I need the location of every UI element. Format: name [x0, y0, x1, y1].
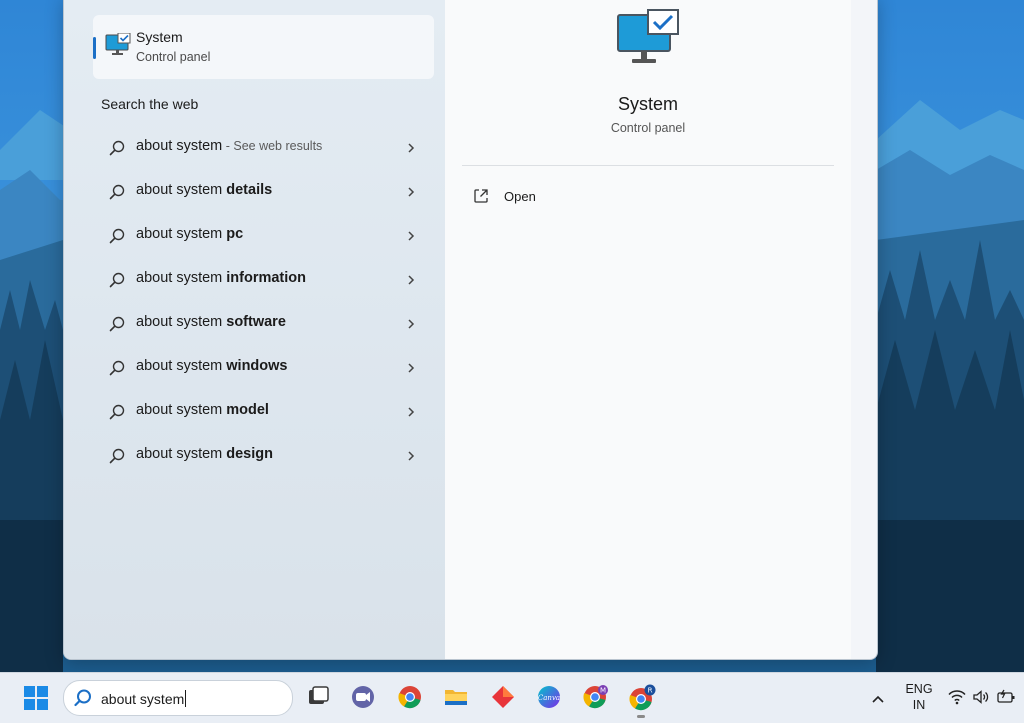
show-hidden-icons-chevron-icon[interactable] [871, 691, 885, 709]
chrome-icon[interactable] [397, 684, 423, 710]
result-hint: - See web results [222, 139, 323, 153]
result-query: about system [136, 226, 227, 242]
result-query: about system [136, 402, 227, 418]
chevron-right-icon [406, 317, 416, 335]
svg-text:M: M [600, 687, 606, 695]
language-code: ENG [905, 682, 933, 696]
preview-title: System [617, 94, 678, 114]
result-suggestion: windows [226, 358, 288, 374]
web-result-item[interactable]: about system pc [93, 213, 434, 257]
battery-charging-icon[interactable] [996, 689, 1016, 710]
taskbar-search-input[interactable]: about system [63, 680, 293, 716]
chevron-right-icon [406, 361, 416, 379]
web-result-item[interactable]: about system - See web results [93, 125, 434, 169]
search-icon [109, 228, 125, 249]
web-results-list: about system - See web results about syst… [93, 125, 434, 477]
web-result-text: about system design [136, 446, 273, 462]
search-icon [74, 689, 92, 712]
web-result-text: about system software [136, 314, 286, 330]
best-match-subtitle: Control panel [136, 50, 211, 64]
chrome-profile-r-icon[interactable]: R [628, 684, 656, 718]
chrome-profile-m-icon[interactable]: M [582, 684, 608, 710]
language-indicator[interactable]: ENG IN [899, 681, 939, 713]
svg-text:Canva: Canva [538, 694, 560, 702]
result-suggestion: software [226, 314, 286, 330]
web-result-item[interactable]: about system windows [93, 345, 434, 389]
web-result-text: about system - See web results [136, 138, 322, 154]
web-result-item[interactable]: about system software [93, 301, 434, 345]
result-query: about system [136, 446, 227, 462]
chevron-right-icon [406, 405, 416, 423]
result-query: about system [136, 314, 227, 330]
search-the-web-heading: Search the web [101, 96, 199, 112]
preview-subtitle: Control panel [610, 121, 686, 135]
open-label: Open [504, 189, 536, 204]
volume-icon[interactable] [972, 689, 990, 710]
open-external-icon [473, 188, 489, 209]
web-result-text: about system details [136, 182, 272, 198]
search-icon [109, 316, 125, 337]
result-query: about system [136, 270, 227, 286]
teams-icon[interactable] [350, 684, 376, 710]
text-caret [185, 690, 187, 707]
chevron-right-icon [406, 449, 416, 467]
web-result-text: about system information [136, 270, 306, 286]
search-value: about system [101, 691, 185, 707]
windows-start-icon[interactable] [24, 686, 48, 715]
file-explorer-icon[interactable] [443, 684, 469, 710]
app-icon[interactable] [490, 684, 516, 710]
monitor-check-icon [105, 32, 131, 62]
web-result-text: about system pc [136, 226, 243, 242]
result-query: about system [136, 358, 227, 374]
selection-indicator [93, 37, 96, 59]
search-panel: System Control panel Search the web abou… [63, 0, 878, 660]
web-result-item[interactable]: about system information [93, 257, 434, 301]
chevron-right-icon [406, 185, 416, 203]
result-suggestion: model [226, 402, 269, 418]
language-region: IN [912, 698, 926, 712]
results-pane: System Control panel Search the web abou… [64, 0, 445, 659]
taskbar: about system Canva M R ENG IN [0, 672, 1024, 723]
preview-pane: System Control panel Open [445, 0, 851, 659]
best-match-title: System [136, 29, 183, 45]
open-button[interactable]: Open [471, 186, 671, 208]
search-icon [109, 448, 125, 469]
wifi-icon[interactable] [948, 689, 966, 710]
canva-icon[interactable]: Canva [536, 684, 562, 710]
chevron-right-icon [406, 141, 416, 159]
search-icon [109, 404, 125, 425]
chevron-right-icon [406, 273, 416, 291]
task-view-icon[interactable] [305, 684, 331, 710]
result-query: about system [136, 182, 227, 198]
monitor-check-icon-large [616, 9, 682, 72]
result-suggestion: details [226, 182, 273, 198]
result-query: about system [136, 138, 223, 154]
result-suggestion: information [226, 270, 307, 286]
chevron-right-icon [406, 229, 416, 247]
search-icon [109, 360, 125, 381]
search-icon [109, 140, 125, 161]
web-result-item[interactable]: about system design [93, 433, 434, 477]
web-result-text: about system windows [136, 358, 288, 374]
result-suggestion: design [226, 446, 273, 462]
search-icon [109, 184, 125, 205]
web-result-item[interactable]: about system details [93, 169, 434, 213]
divider [462, 165, 834, 166]
search-icon [109, 272, 125, 293]
web-result-text: about system model [136, 402, 269, 418]
svg-text:R: R [648, 687, 653, 695]
web-result-item[interactable]: about system model [93, 389, 434, 433]
result-suggestion: pc [226, 226, 244, 242]
best-match-system[interactable]: System Control panel [93, 15, 434, 79]
